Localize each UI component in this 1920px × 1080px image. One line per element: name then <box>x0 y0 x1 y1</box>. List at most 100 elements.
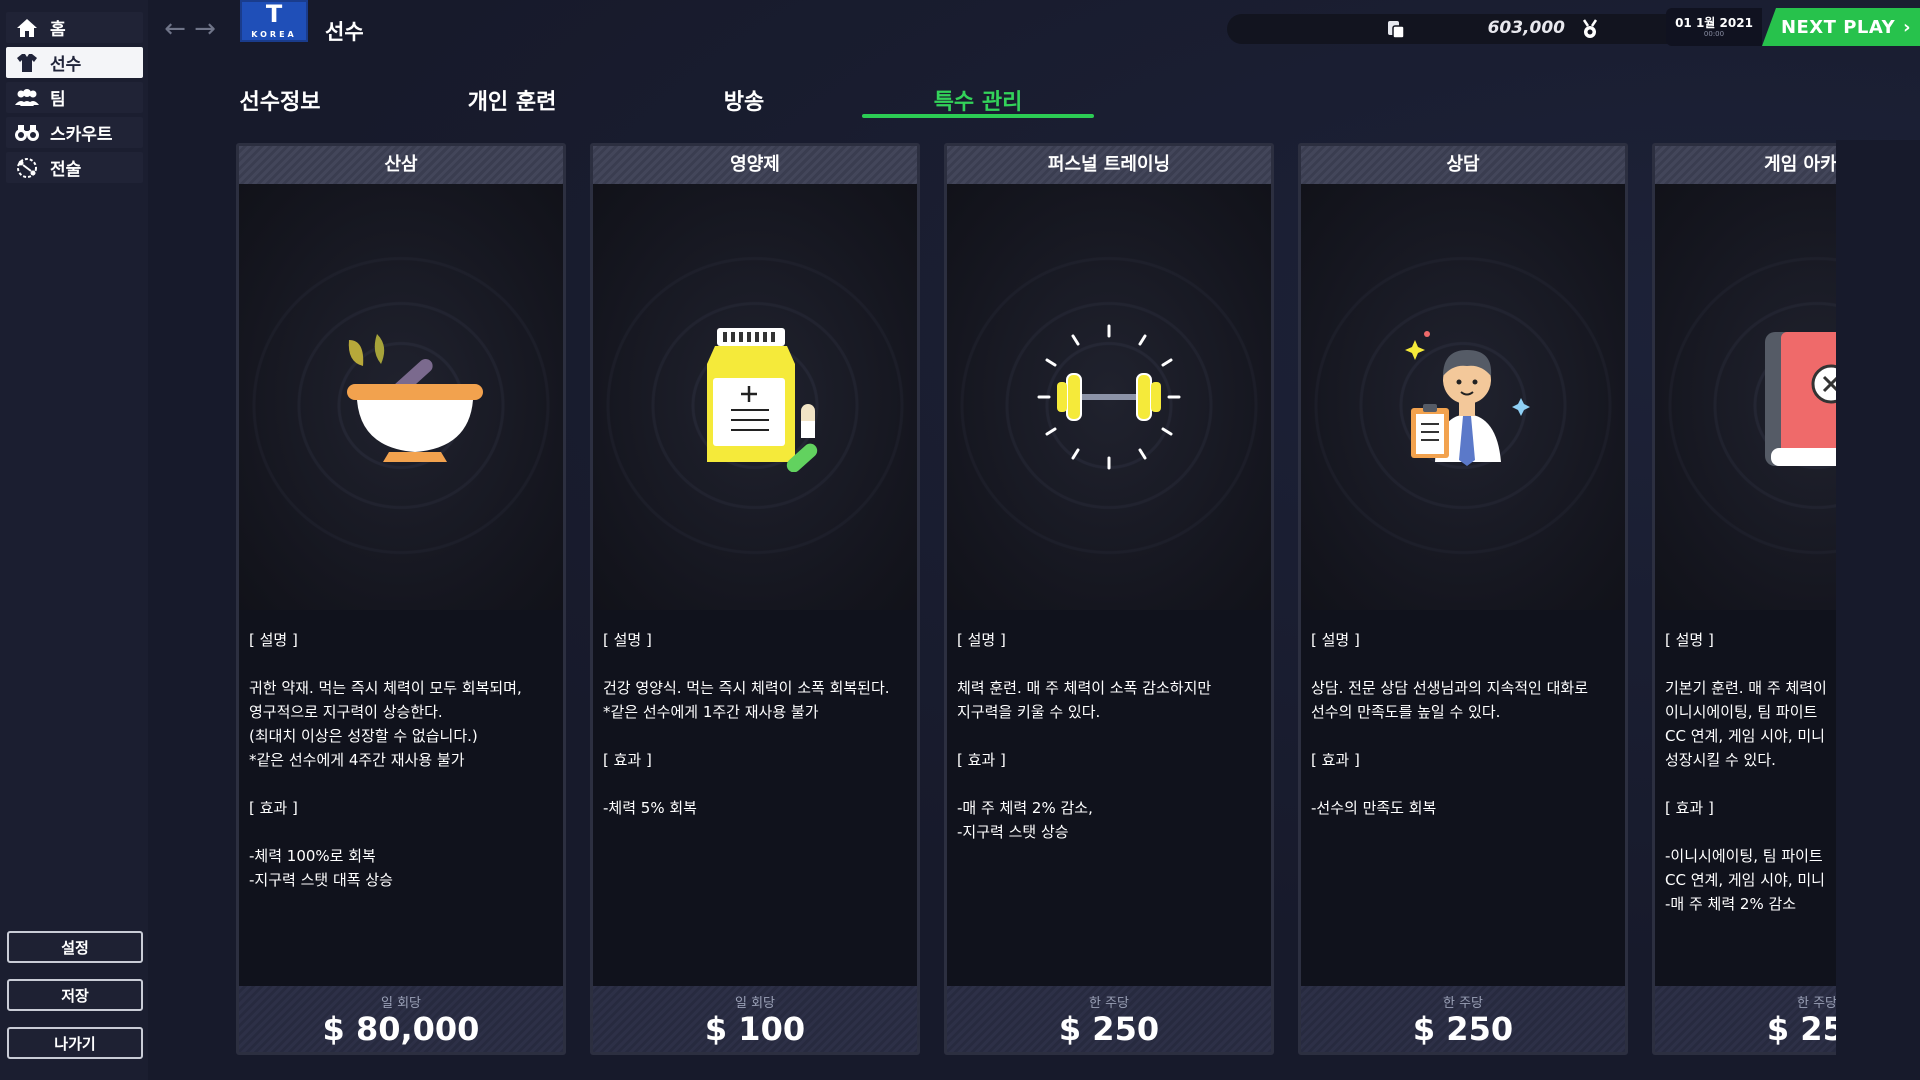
team-icon <box>14 87 40 109</box>
description-line <box>1311 652 1617 676</box>
card-title: 게임 아카데미 <box>1655 146 1836 184</box>
description-line <box>1311 772 1617 796</box>
card-art <box>593 184 917 610</box>
tab-player-info[interactable]: 선수정보 <box>164 84 396 118</box>
counselor-icon <box>1405 331 1530 466</box>
next-play-button[interactable]: NEXT PLAY › <box>1762 8 1920 46</box>
description-line: [ 효과 ] <box>1665 799 1714 817</box>
date-text: 01 1월 2021 <box>1675 16 1753 30</box>
page-title: 선수 <box>325 20 364 44</box>
sidebar-item-label: 전술 <box>50 160 82 180</box>
description-line: 귀한 약재. 먹는 즉시 체력이 모두 회복되며, <box>249 679 522 697</box>
description-line: CC 연계, 게임 시야, 미니 <box>1665 727 1825 745</box>
supplement-bottle-icon <box>707 328 818 472</box>
description-line: *같은 선수에게 4주간 재사용 불가 <box>249 751 465 769</box>
description-line <box>603 724 909 748</box>
description-line: [ 효과 ] <box>249 799 298 817</box>
card-game-academy[interactable]: 게임 아카데미 [ 설명 ] 기본기 훈련. 매 주 체력이이니시에이팅, 팀 파… <box>1652 143 1836 1055</box>
settings-button[interactable]: 설정 <box>7 931 143 963</box>
card-title: 상담 <box>1301 146 1625 184</box>
description-line: -지구력 스탯 상승 <box>957 823 1069 841</box>
logo-text: KOREA <box>251 30 297 39</box>
tab-personal-training[interactable]: 개인 훈련 <box>396 84 628 118</box>
description-line: -이니시에이팅, 팀 파이트 <box>1665 847 1823 865</box>
carousel-edge <box>1836 140 1920 1080</box>
tab-broadcast[interactable]: 방송 <box>628 84 860 118</box>
top-bar: ← → T KOREA 선수 603,000 1,800 01 1월 2021 … <box>148 0 1920 58</box>
team-logo: T KOREA <box>240 0 308 42</box>
sidebar-item-label: 팀 <box>50 90 66 110</box>
description-line <box>249 652 555 676</box>
back-arrow-icon[interactable]: ← <box>162 16 188 42</box>
next-play-label: NEXT PLAY <box>1780 16 1896 38</box>
card-personal-training[interactable]: 퍼스널 트레이닝 [설명] 체력 훈련. 매 주 체력이 소폭 감소하지만 … <box>944 143 1274 1055</box>
description-line: 성장시킬 수 있다. <box>1665 751 1776 769</box>
price-amount: $ 80,000 <box>322 1010 480 1048</box>
description-line: -체력 5% 회복 <box>603 799 697 817</box>
description-line: [ 설명 ] <box>249 631 298 649</box>
description-line <box>249 820 555 844</box>
card-description: [ 설명 ] 건강 영양식. 먹는 즉시 체력이 소폭 회복된다. *같은 선수에게… <box>603 628 909 820</box>
description-line: [ 설명 ] <box>1311 631 1360 649</box>
exit-button[interactable]: 나가기 <box>7 1027 143 1059</box>
sidebar-item-team[interactable]: 팀 <box>6 82 143 113</box>
description-line: CC 연계, 게임 시야, 미니 <box>1665 871 1825 889</box>
chevron-right-icon: › <box>1903 16 1912 38</box>
tab-special-care[interactable]: 특수 관리 <box>862 84 1094 118</box>
card-description: [ 설명 ] 기본기 훈련. 매 주 체력이 이니시에이팅, 팀 파이트 CC 연계,… <box>1665 628 1836 916</box>
sidebar: 홈 선수 팀 스카우트 전술 설정 저장 나가기 <box>0 0 148 1080</box>
active-tab-indicator <box>862 114 1094 118</box>
card-price: 일 회당 $ 100 <box>593 986 917 1052</box>
description-line: [ 설명 ] <box>603 631 652 649</box>
card-art <box>1655 184 1836 610</box>
description-line: -체력 100%로 회복 <box>249 847 376 865</box>
description-line <box>1665 772 1836 796</box>
description-line <box>1311 724 1617 748</box>
save-button[interactable]: 저장 <box>7 979 143 1011</box>
price-period: 한 주당 <box>1796 996 1836 1011</box>
forward-arrow-icon[interactable]: → <box>192 16 218 42</box>
description-line: -선수의 만족도 회복 <box>1311 799 1437 817</box>
sidebar-item-tactics[interactable]: 전술 <box>6 152 143 183</box>
money-coins-icon <box>1385 18 1407 40</box>
card-title: 퍼스널 트레이닝 <box>947 146 1271 184</box>
description-line: [ 효과 ] <box>957 751 1006 769</box>
price-amount: $ 250 <box>1058 1010 1160 1048</box>
description-line <box>603 652 909 676</box>
price-amount: $ 100 <box>704 1010 806 1048</box>
academy-book-icon <box>1765 332 1836 466</box>
price-period: 일 회당 <box>380 996 421 1011</box>
description-line: 영구적으로 지구력이 상승한다. <box>249 703 443 721</box>
home-icon <box>14 17 40 39</box>
binoculars-icon <box>14 122 40 144</box>
card-price: 한 주당 $ 250 <box>1655 986 1836 1052</box>
description-line <box>957 652 1263 676</box>
description-line: [ 설명 ] <box>1665 631 1714 649</box>
sidebar-item-home[interactable]: 홈 <box>6 12 143 43</box>
card-art <box>239 184 563 610</box>
tactics-icon <box>14 157 40 179</box>
card-supplement[interactable]: 영양제 [ 설명 ] 건강 영양식. 먹는 즉시 체력이 소폭 회복된다. *같은 … <box>590 143 920 1055</box>
price-amount: $ 250 <box>1766 1010 1836 1048</box>
price-period: 일 회당 <box>734 996 775 1011</box>
card-counseling[interactable]: 상담 [ 설명] 상담. 전문 상담 선생님과의 지속적인 대화로 선수의 만… <box>1298 143 1628 1055</box>
card-price: 한 주당 $ 250 <box>947 986 1271 1052</box>
description-line <box>249 772 555 796</box>
sidebar-item-players[interactable]: 선수 <box>6 47 143 78</box>
description-line: [ 효과 ] <box>603 751 652 769</box>
fans-trophy-icon <box>1579 18 1601 40</box>
cards-carousel: 산삼 [ 설명 ] 귀한 약재. 먹는 즉시 체력이 모두 회복되며, 영구적으로 … <box>236 143 1836 1057</box>
description-line: 이니시에이팅, 팀 파이트 <box>1665 703 1818 721</box>
money-value: 603,000 <box>1487 18 1565 38</box>
description-line: (최대치 이상은 성장할 수 없습니다.) <box>249 727 478 745</box>
description-line <box>603 772 909 796</box>
description-line: -지구력 스탯 대폭 상승 <box>249 871 393 889</box>
sidebar-item-scout[interactable]: 스카우트 <box>6 117 143 148</box>
card-title: 영양제 <box>593 146 917 184</box>
description-line: 건강 영양식. 먹는 즉시 체력이 소폭 회복된다. <box>603 679 890 697</box>
card-herb[interactable]: 산삼 [ 설명 ] 귀한 약재. 먹는 즉시 체력이 모두 회복되며, 영구적으로 … <box>236 143 566 1055</box>
description-line: 상담. 전문 상담 선생님과의 지속적인 대화로 <box>1311 679 1589 697</box>
description-line: -매 주 체력 2% 감소 <box>1665 895 1797 913</box>
description-line <box>1665 652 1836 676</box>
price-period: 한 주당 <box>1088 996 1129 1011</box>
